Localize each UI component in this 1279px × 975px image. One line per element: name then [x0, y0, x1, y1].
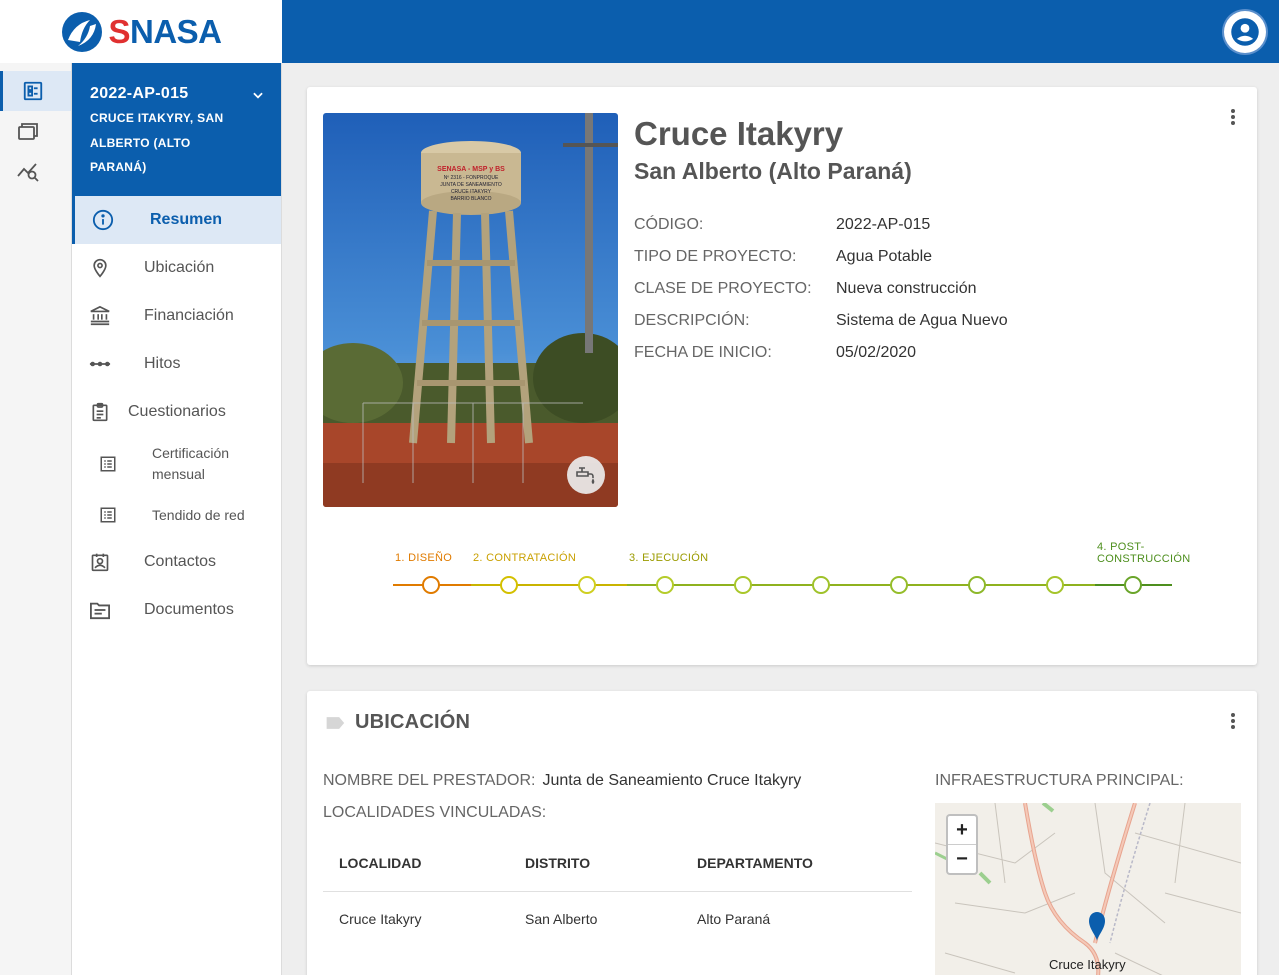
ubicacion-title: UBICACIÓN — [355, 711, 471, 733]
zoom-out-button[interactable]: − — [948, 845, 976, 874]
timeline-milestone[interactable] — [500, 576, 518, 594]
logo-text: SNASA — [108, 12, 222, 50]
timeline-milestone[interactable] — [968, 576, 986, 594]
project-subtitle: San Alberto (Alto Paraná) — [634, 158, 912, 184]
nav-financiacion[interactable]: Financiación — [72, 292, 281, 340]
project-timeline: 1. DISEÑO 2. CONTRATACIÓN 3. EJECUCIÓN 4… — [307, 527, 1257, 607]
map-tiles — [935, 803, 1241, 975]
timeline-milestone[interactable] — [890, 576, 908, 594]
timeline-label-contratacion: 2. CONTRATACIÓN — [473, 552, 577, 564]
water-tower-illustration: SENASA - MSP y BS Nº 2316 - FONPROQUE JU… — [323, 113, 618, 507]
prestador-row: NOMBRE DEL PRESTADOR: Junta de Saneamient… — [323, 772, 802, 789]
column-header[interactable]: LOCALIDAD — [323, 836, 509, 892]
rail-dashboard[interactable] — [0, 71, 71, 111]
table-row[interactable]: Cruce Itakyry San Alberto Alto Paraná — [323, 891, 912, 946]
map-zoom-control: + − — [946, 814, 978, 875]
svg-text:SENASA - MSP y BS: SENASA - MSP y BS — [437, 166, 505, 173]
timeline-milestone[interactable] — [812, 576, 830, 594]
project-header[interactable]: 2022-AP-015 CRUCE ITAKYRY, SAN ALBERTO (… — [72, 63, 281, 196]
senasa-logo-mark — [62, 11, 103, 52]
infraestructura-label: INFRAESTRUCTURA PRINCIPAL: — [935, 772, 1184, 789]
user-account-button[interactable] — [1224, 11, 1266, 53]
timeline-milestone[interactable] — [1124, 576, 1142, 594]
list-alt-icon — [100, 507, 116, 523]
analytics-search-icon — [17, 163, 39, 182]
label-tag-icon — [326, 716, 345, 729]
nav-certificacion-mensual[interactable]: Certificación mensual — [72, 436, 281, 492]
project-title: Cruce Itakyry — [634, 115, 844, 152]
timeline-segment-ejecucion — [627, 584, 1095, 586]
svg-text:Nº 2316 - FONPROQUE: Nº 2316 - FONPROQUE — [444, 175, 499, 181]
location-map[interactable]: + − Cruce Itakyry — [935, 803, 1241, 975]
column-header[interactable]: DEPARTAMENTO — [681, 836, 912, 892]
project-code: 2022-AP-015 — [90, 85, 189, 102]
info-row-fecha: FECHA DE INICIO: 05/02/2020 — [634, 344, 917, 361]
chevron-down-icon[interactable] — [251, 88, 265, 102]
clipboard-icon — [92, 402, 108, 422]
zoom-in-button[interactable]: + — [948, 816, 976, 845]
account-circle-icon — [1231, 18, 1259, 46]
project-name: CRUCE ITAKYRY, SAN ALBERTO (ALTO PARANÁ) — [90, 111, 224, 174]
localidades-table: LOCALIDAD DISTRITO DEPARTAMENTO Cruce It… — [323, 836, 912, 946]
nav-ubicacion[interactable]: Ubicación — [72, 244, 281, 292]
nav-hitos[interactable]: Hitos — [72, 340, 281, 388]
table-header-row: LOCALIDAD DISTRITO DEPARTAMENTO — [323, 836, 912, 892]
app-rail — [0, 63, 72, 975]
info-row-descripcion: DESCRIPCIÓN: Sistema de Agua Nuevo — [634, 312, 1008, 329]
info-row-tipo: TIPO DE PROYECTO: Agua Potable — [634, 248, 933, 265]
app-logo[interactable]: SNASA — [0, 0, 282, 63]
ubicacion-card: UBICACIÓN NOMBRE DEL PRESTADOR: Junta de … — [307, 691, 1257, 975]
localidades-label: LOCALIDADES VINCULADAS: — [323, 804, 547, 821]
nav-cuestionarios[interactable]: Cuestionarios — [72, 388, 281, 436]
rail-analytics[interactable] — [0, 151, 71, 191]
svg-text:CRUCE ITAKYRY: CRUCE ITAKYRY — [451, 189, 492, 195]
summary-card: SENASA - MSP y BS Nº 2316 - FONPROQUE JU… — [307, 87, 1257, 665]
dashboard-icon — [23, 81, 43, 101]
timeline-milestone[interactable] — [578, 576, 596, 594]
project-sidenav: 2022-AP-015 CRUCE ITAKYRY, SAN ALBERTO (… — [72, 63, 282, 975]
svg-text:BARRIO BLANCO: BARRIO BLANCO — [450, 196, 491, 202]
ubicacion-header: UBICACIÓN — [325, 711, 470, 734]
list-alt-icon — [100, 456, 116, 472]
timeline-milestone[interactable] — [1046, 576, 1064, 594]
timeline-label-ejecucion: 3. EJECUCIÓN — [629, 552, 709, 564]
timeline-label-diseno: 1. DISEÑO — [395, 552, 453, 564]
timeline-segment-contratacion — [471, 584, 627, 586]
map-place-label: Cruce Itakyry — [1049, 957, 1126, 972]
timeline-milestone[interactable] — [422, 576, 440, 594]
info-row-codigo: CÓDIGO: 2022-AP-015 — [634, 216, 931, 233]
project-info: CÓDIGO: 2022-AP-015 TIPO DE PROYECTO: Agua… — [634, 209, 1008, 369]
nav-tendido-de-red[interactable]: Tendido de red — [72, 492, 281, 538]
portfolio-icon — [18, 123, 38, 140]
more-vert-icon[interactable] — [1227, 107, 1239, 127]
folder-icon — [90, 602, 110, 620]
nav-contactos[interactable]: Contactos — [72, 538, 281, 586]
project-photo: SENASA - MSP y BS Nº 2316 - FONPROQUE JU… — [323, 113, 618, 507]
info-icon — [92, 209, 114, 231]
more-vert-icon[interactable] — [1227, 711, 1239, 731]
bank-icon — [90, 305, 110, 326]
timeline-milestone[interactable] — [734, 576, 752, 594]
nav-resumen[interactable]: Resumen — [72, 196, 281, 244]
column-header[interactable]: DISTRITO — [509, 836, 681, 892]
svg-text:JUNTA DE SANEAMIENTO: JUNTA DE SANEAMIENTO — [440, 182, 502, 188]
rail-portfolio[interactable] — [0, 111, 71, 151]
info-row-clase: CLASE DE PROYECTO: Nueva construcción — [634, 280, 977, 297]
location-pin-icon — [93, 258, 107, 278]
timeline-label-post: 4. POST- CONSTRUCCIÓN — [1097, 541, 1191, 565]
contacts-icon — [91, 553, 109, 572]
nav-documentos[interactable]: Documentos — [72, 586, 281, 634]
milestones-icon — [89, 361, 111, 367]
water-tap-icon[interactable] — [567, 456, 605, 494]
timeline-milestone[interactable] — [656, 576, 674, 594]
